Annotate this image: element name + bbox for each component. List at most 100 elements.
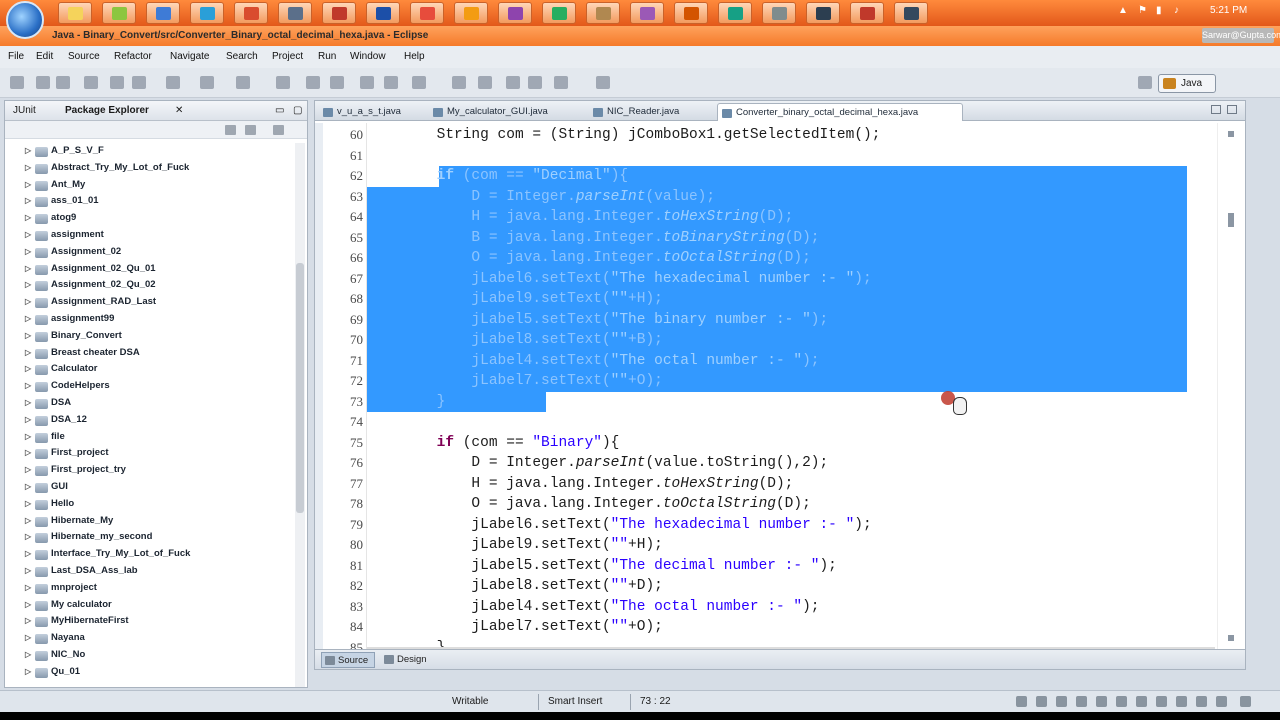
expand-icon[interactable]: ▷ (25, 613, 31, 630)
expand-icon[interactable]: ▷ (25, 395, 31, 412)
tree-item[interactable]: ▷ Breast cheater DSA (5, 345, 295, 362)
code-line[interactable]: if (com == "Binary"){ (367, 433, 1215, 454)
expand-icon[interactable]: ▷ (25, 580, 31, 597)
annotation-marker[interactable] (1228, 213, 1234, 227)
status-icon[interactable] (1096, 696, 1107, 707)
expand-icon[interactable]: ▷ (25, 664, 31, 681)
expand-icon[interactable]: ▷ (25, 160, 31, 177)
code-line[interactable]: jLabel6.setText("The hexadecimal number … (367, 269, 1215, 290)
collapse-all-icon[interactable] (225, 125, 236, 135)
expand-icon[interactable]: ▷ (25, 177, 31, 194)
new-class-icon[interactable] (330, 76, 344, 89)
maximize-icon[interactable]: ▢ (293, 105, 302, 116)
expand-icon[interactable]: ▷ (25, 412, 31, 429)
code-area[interactable]: String com = (String) jComboBox1.getSele… (367, 123, 1215, 651)
expand-icon[interactable]: ▷ (25, 647, 31, 664)
taskbar-app-icon[interactable] (806, 2, 840, 24)
prev-annotation-icon[interactable] (478, 76, 492, 89)
code-line[interactable]: jLabel8.setText(""+B); (367, 330, 1215, 351)
debug-icon[interactable] (166, 76, 180, 89)
tree-item[interactable]: ▷ Hibernate_My (5, 513, 295, 530)
tab-design[interactable]: Design (381, 652, 435, 668)
annotation-icon[interactable] (412, 76, 426, 89)
taskbar-app-icon[interactable] (278, 2, 312, 24)
editor-tab[interactable]: My_calculator_GUI.java (429, 103, 577, 121)
tree-item[interactable]: ▷ Binary_Convert (5, 328, 295, 345)
status-icon[interactable] (1076, 696, 1087, 707)
code-line[interactable]: jLabel7.setText(""+O); (367, 371, 1215, 392)
tree-item[interactable]: ▷ A_P_S_V_F (5, 143, 295, 160)
expand-icon[interactable]: ▷ (25, 345, 31, 362)
status-icon[interactable] (1156, 696, 1167, 707)
open-type-icon[interactable] (360, 76, 374, 89)
save-icon[interactable] (36, 76, 50, 89)
expand-icon[interactable]: ▷ (25, 277, 31, 294)
start-button[interactable] (6, 1, 44, 39)
expand-icon[interactable]: ▷ (25, 361, 31, 378)
taskbar-app-icon[interactable] (850, 2, 884, 24)
flag-icon[interactable]: ⚑ (1138, 5, 1147, 16)
tab-package-explorer[interactable]: Package Explorer (65, 105, 149, 116)
taskbar-app-icon[interactable] (322, 2, 356, 24)
annotation-marker[interactable] (1228, 635, 1234, 641)
menu-file[interactable]: File (8, 51, 24, 62)
minimize-icon[interactable]: ▭ (275, 105, 284, 116)
taskbar-app-icon[interactable] (894, 2, 928, 24)
expand-icon[interactable]: ▷ (25, 429, 31, 446)
expand-icon[interactable]: ▷ (25, 294, 31, 311)
expand-icon[interactable]: ▷ (25, 563, 31, 580)
expand-icon[interactable]: ▷ (25, 261, 31, 278)
tree-item[interactable]: ▷ MyHibernateFirst (5, 613, 295, 630)
tab-source[interactable]: Source (321, 652, 375, 668)
tree-item[interactable]: ▷ Assignment_RAD_Last (5, 294, 295, 311)
menu-navigate[interactable]: Navigate (170, 51, 209, 62)
tree-item[interactable]: ▷ ass_01_01 (5, 193, 295, 210)
code-line[interactable]: jLabel9.setText(""+H); (367, 535, 1215, 556)
taskbar-app-icon[interactable] (542, 2, 576, 24)
tree-item[interactable]: ▷ Hello (5, 496, 295, 513)
last-edit-icon[interactable] (506, 76, 520, 89)
taskbar-app-icon[interactable] (586, 2, 620, 24)
minimize-icon[interactable] (1211, 105, 1221, 114)
tree-item[interactable]: ▷ Assignment_02 (5, 244, 295, 261)
code-line[interactable]: O = java.lang.Integer.toOctalString(D); (367, 494, 1215, 515)
print-icon[interactable] (84, 76, 98, 89)
view-menu-icon[interactable] (273, 125, 284, 135)
tree-item[interactable]: ▷ Assignment_02_Qu_02 (5, 277, 295, 294)
expand-icon[interactable]: ▷ (25, 378, 31, 395)
editor-tab[interactable]: v_u_a_s_t.java (319, 103, 423, 121)
expand-icon[interactable]: ▷ (25, 193, 31, 210)
code-line[interactable]: String com = (String) jComboBox1.getSele… (367, 125, 1215, 146)
java-perspective-button[interactable]: Java (1158, 74, 1216, 93)
tree-item[interactable]: ▷ CodeHelpers (5, 378, 295, 395)
tree-item[interactable]: ▷ Nayana (5, 630, 295, 647)
tree-item[interactable]: ▷ Last_DSA_Ass_lab (5, 563, 295, 580)
clean-icon[interactable] (132, 76, 146, 89)
tree-item[interactable]: ▷ DSA (5, 395, 295, 412)
expand-icon[interactable]: ▷ (25, 513, 31, 530)
tree-item[interactable]: ▷ assignment (5, 227, 295, 244)
code-line[interactable]: H = java.lang.Integer.toHexString(D); (367, 207, 1215, 228)
expand-icon[interactable]: ▷ (25, 529, 31, 546)
taskbar-app-icon[interactable] (498, 2, 532, 24)
taskbar-app-icon[interactable] (630, 2, 664, 24)
taskbar-app-icon[interactable] (234, 2, 268, 24)
link-editor-icon[interactable] (245, 125, 256, 135)
maximize-icon[interactable] (1227, 105, 1237, 114)
expand-icon[interactable]: ▷ (25, 496, 31, 513)
menu-source[interactable]: Source (68, 51, 100, 62)
code-line[interactable]: jLabel6.setText("The hexadecimal number … (367, 515, 1215, 536)
scroll-thumb[interactable] (296, 263, 304, 513)
expand-icon[interactable]: ▷ (25, 546, 31, 563)
code-line[interactable]: } (367, 392, 1215, 413)
code-line[interactable] (367, 146, 1215, 167)
menu-help[interactable]: Help (404, 51, 425, 62)
taskbar-app-icon[interactable] (366, 2, 400, 24)
taskbar-app-icon[interactable] (102, 2, 136, 24)
expand-icon[interactable]: ▷ (25, 328, 31, 345)
tree-item[interactable]: ▷ NIC_No (5, 647, 295, 664)
code-line[interactable]: H = java.lang.Integer.toHexString(D); (367, 474, 1215, 495)
new-java-project-icon[interactable] (276, 76, 290, 89)
menu-search[interactable]: Search (226, 51, 258, 62)
status-icon[interactable] (1176, 696, 1187, 707)
